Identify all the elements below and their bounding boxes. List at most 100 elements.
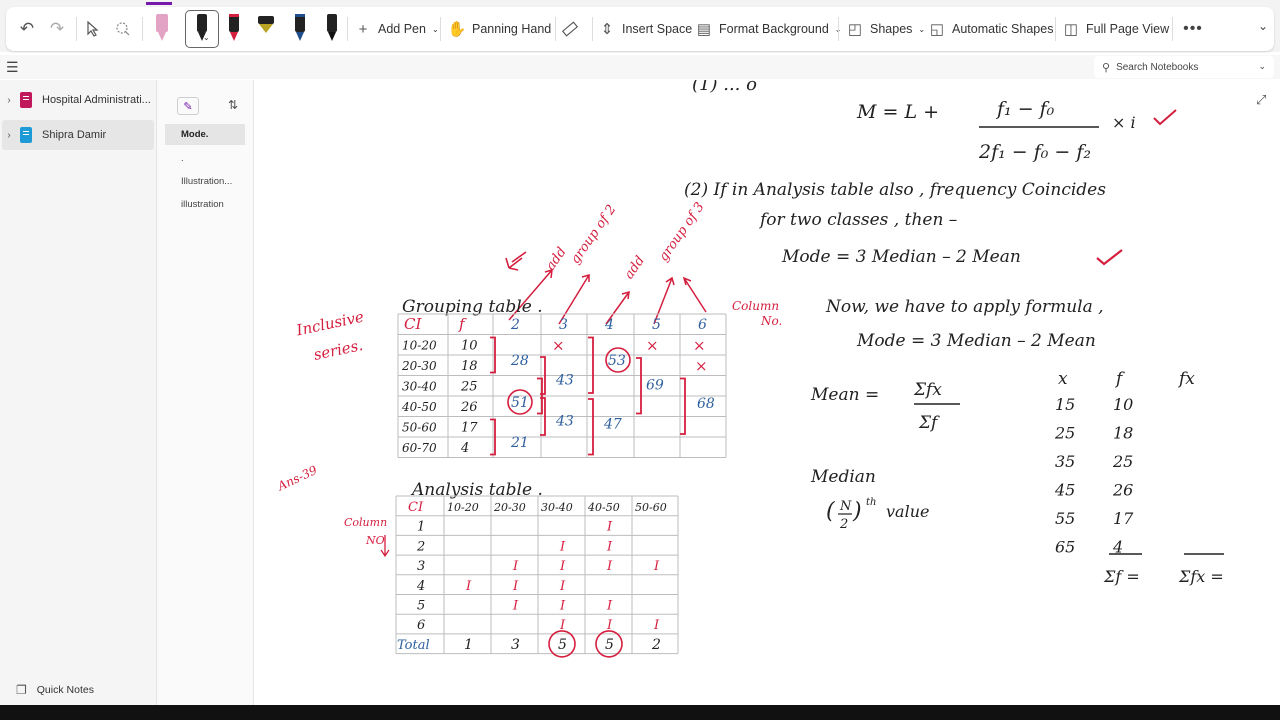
pen-blue[interactable]: [289, 11, 311, 45]
ruler-icon: [561, 20, 579, 38]
grouping-frequency-cell: 18: [461, 359, 478, 374]
xf-x-cell: 45: [1054, 481, 1075, 500]
chevron-down-icon[interactable]: ⌄: [1258, 61, 1266, 72]
onenote-window: ↶ ↷ ⌄ + Add Pen ⌄ ✋ Panning Hand ⇕ Inser…: [0, 0, 1280, 705]
shapes-button[interactable]: ◰ Shapes ⌄: [846, 17, 925, 41]
analysis-column-number: 6: [417, 618, 425, 633]
more-options-button[interactable]: •••: [1180, 17, 1206, 41]
notebook-item[interactable]: › Hospital Administrati...: [2, 85, 154, 115]
tally-mark: I: [512, 579, 519, 594]
format-background-button[interactable]: ▤ Format Background ⌄: [695, 17, 842, 41]
pen-tip: [158, 32, 166, 41]
pen-highlighter-pink[interactable]: [151, 11, 173, 45]
xf-x-cell: 35: [1055, 452, 1075, 471]
cut-off-ink: (1) ... o: [692, 80, 757, 95]
chevron-right-icon[interactable]: ›: [2, 130, 16, 141]
page-item[interactable]: illustration: [165, 194, 245, 215]
tally-mark: I: [465, 579, 472, 594]
analysis-total-label: Total: [397, 638, 430, 653]
quick-notes-button[interactable]: ❐ Quick Notes: [16, 683, 94, 697]
grouping-frequency-cell: 17: [461, 421, 478, 436]
mean-label: Mean =: [810, 385, 879, 405]
redo-icon[interactable]: ↷: [46, 18, 68, 40]
page-item[interactable]: Mode.: [165, 124, 245, 145]
grouping-class-cell: 30-40: [402, 380, 437, 394]
group-sum: 68: [697, 396, 715, 412]
xf-header: f: [1114, 369, 1125, 389]
pen-options-chevron-icon[interactable]: ⌄: [203, 33, 210, 42]
analysis-total-value: 1: [464, 637, 473, 653]
quick-notes-icon: ❐: [16, 683, 27, 697]
grouping-header-f: f: [458, 315, 467, 333]
insert-space-button[interactable]: ⇕ Insert Space: [598, 17, 692, 41]
xf-x-cell: 25: [1054, 424, 1075, 443]
pen-color-band: [229, 14, 239, 17]
add-pen-button[interactable]: + Add Pen ⌄: [354, 17, 439, 41]
analysis-column-label-2: NO: [365, 534, 385, 547]
pen-red[interactable]: [223, 11, 245, 45]
hand-icon: ✋: [447, 21, 467, 38]
xf-f-cell: 18: [1113, 424, 1133, 443]
add-group-3-a: add: [622, 253, 648, 282]
sort-pages-icon[interactable]: ⇅: [228, 98, 238, 112]
analysis-title: Analysis table .: [410, 480, 543, 500]
formula-multiplier: × i: [1112, 113, 1136, 132]
median-superscript: th: [866, 497, 876, 508]
ribbon-separator: [1172, 17, 1173, 41]
analysis-class-header: 50-60: [635, 501, 667, 514]
automatic-shapes-button[interactable]: ◱ Automatic Shapes: [928, 17, 1054, 41]
collapse-ribbon-chevron-icon[interactable]: ⌄: [1258, 19, 1268, 33]
tally-mark: I: [606, 618, 613, 633]
xf-header: x: [1058, 369, 1068, 389]
chevron-right-icon[interactable]: ›: [2, 95, 16, 106]
pen-highlighter-yellow[interactable]: [255, 11, 277, 45]
tally-mark: I: [559, 579, 566, 594]
full-page-view-button[interactable]: ◫ Full Page View: [1062, 17, 1169, 41]
median-value-word: value: [886, 502, 929, 521]
grouping-column-number: 3: [559, 317, 568, 333]
select-objects-icon[interactable]: [82, 18, 104, 40]
group-sum: 51: [511, 395, 529, 411]
xf-x-cell: 65: [1055, 538, 1075, 557]
cross-mark: ×: [695, 357, 708, 375]
ribbon-separator: [76, 17, 77, 41]
page-item[interactable]: .: [165, 148, 245, 169]
search-placeholder: Search Notebooks: [1116, 61, 1199, 73]
panning-hand-button[interactable]: ✋ Panning Hand: [447, 17, 552, 41]
analysis-class-header: 30-40: [541, 501, 573, 514]
shapes-icon: ◰: [847, 21, 863, 38]
analysis-class-header: 20-30: [493, 501, 526, 514]
grouping-column-number: 5: [652, 317, 661, 333]
group-sum: 47: [603, 417, 622, 433]
draw-ribbon: ↶ ↷ ⌄ + Add Pen ⌄ ✋ Panning Hand ⇕ Inser…: [6, 7, 1274, 51]
ruler-button[interactable]: [561, 17, 579, 41]
analysis-column-number: 2: [416, 539, 425, 554]
automatic-shapes-label: Automatic Shapes: [952, 22, 1054, 36]
expand-icon[interactable]: ⤢: [1256, 92, 1266, 108]
note-canvas[interactable]: (1) ... o M = L + f₁ − f₀ 2f₁ − f₀ − f₂ …: [254, 80, 1280, 705]
group-sum: 28: [510, 353, 529, 369]
hamburger-menu-icon[interactable]: ☰: [6, 59, 19, 76]
page-item[interactable]: Illustration...: [165, 171, 245, 192]
notebook-label: Shipra Damir: [42, 129, 107, 141]
insert-space-label: Insert Space: [622, 22, 693, 36]
pen-body: [197, 14, 207, 32]
median-paren-right: ): [852, 499, 862, 524]
analysis-column-number: 3: [417, 559, 425, 574]
pen-body: [327, 14, 337, 32]
ribbon-separator: [592, 17, 593, 41]
chevron-down-icon: ⌄: [431, 24, 439, 34]
tally-mark: I: [559, 539, 566, 554]
search-notebooks-input[interactable]: ⚲ Search Notebooks ⌄: [1094, 56, 1274, 78]
undo-icon[interactable]: ↶: [16, 18, 38, 40]
notebook-item[interactable]: › Shipra Damir: [2, 120, 154, 150]
add-page-icon[interactable]: ✎: [177, 97, 199, 115]
pen-black[interactable]: [321, 11, 343, 45]
page-list: ✎ ⇅ Mode. . Illustration... illustration: [157, 80, 254, 705]
lasso-select-icon[interactable]: [112, 18, 134, 40]
analysis-class-header: 10-20: [447, 501, 479, 514]
tally-mark: I: [653, 559, 660, 574]
grouping-frequency-cell: 10: [461, 339, 478, 354]
ribbon-separator: [347, 17, 348, 41]
analysis-total-value: 3: [511, 637, 520, 653]
